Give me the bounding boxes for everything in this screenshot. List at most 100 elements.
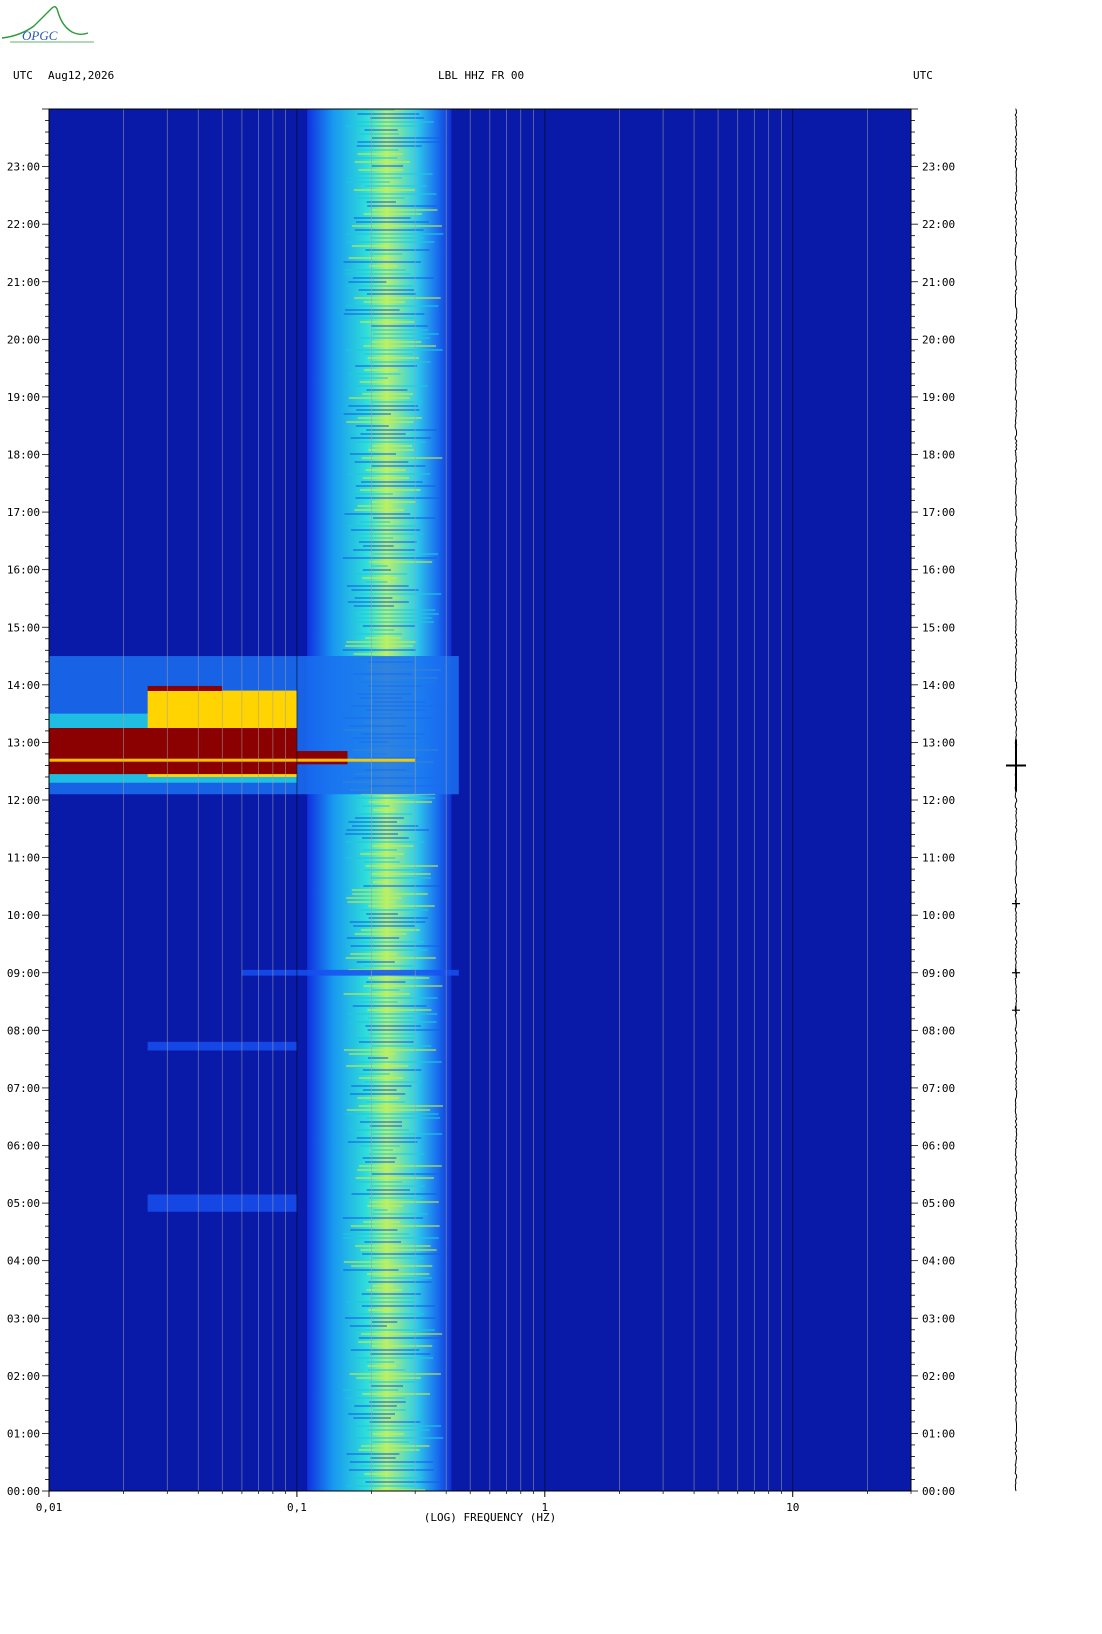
band-stripe: [345, 1397, 406, 1399]
band-stripe: [348, 1469, 434, 1471]
band-stripe: [353, 549, 416, 551]
band-stripe: [343, 313, 425, 315]
band-stripe: [345, 857, 396, 859]
microseism-band: [307, 109, 452, 1491]
band-stripe: [362, 805, 390, 807]
band-stripe: [350, 1437, 444, 1439]
band-stripe: [372, 1433, 404, 1435]
band-stripe: [367, 1029, 441, 1031]
band-stripe: [343, 993, 410, 995]
band-stripe: [358, 289, 414, 291]
band-stripe: [351, 245, 389, 247]
time-label: 14:00: [7, 679, 40, 692]
band-stripe: [361, 457, 443, 459]
band-stripe: [357, 197, 405, 199]
band-stripe: [357, 1169, 392, 1171]
band-stripe: [373, 517, 436, 519]
time-label: 10:00: [922, 909, 955, 922]
band-stripe: [345, 957, 436, 959]
band-stripe: [365, 249, 430, 251]
band-stripe: [367, 1057, 389, 1059]
event-peak-line: [49, 758, 416, 762]
band-stripe: [365, 1117, 441, 1119]
trace-spike: [1012, 968, 1020, 977]
band-stripe: [368, 905, 435, 907]
band-stripe: [364, 869, 424, 871]
band-stripe: [368, 1197, 423, 1199]
band-stripe: [355, 221, 429, 223]
band-stripe: [344, 273, 411, 275]
band-stripe: [353, 1417, 391, 1419]
band-stripe: [348, 397, 410, 399]
band-stripe: [356, 633, 403, 635]
band-stripe: [363, 345, 436, 347]
band-stripe: [371, 341, 422, 343]
band-stripe: [362, 577, 397, 579]
band-stripe: [372, 845, 414, 847]
band-stripe: [364, 185, 427, 187]
time-label: 08:00: [922, 1024, 955, 1037]
band-stripe: [370, 1353, 431, 1355]
band-stripe: [359, 1145, 400, 1147]
band-stripe: [356, 173, 433, 175]
time-label: 04:00: [7, 1255, 40, 1268]
band-stripe: [354, 1405, 397, 1407]
band-stripe: [366, 429, 437, 431]
band-stripe: [343, 261, 421, 263]
time-label: 19:00: [922, 391, 955, 404]
band-stripe: [349, 921, 426, 923]
band-stripe: [355, 425, 389, 427]
time-label: 12:00: [922, 794, 955, 807]
time-label: 15:00: [7, 621, 40, 634]
time-label: 00:00: [922, 1485, 955, 1498]
band-stripe: [347, 601, 409, 603]
time-label: 07:00: [7, 1082, 40, 1095]
time-label: 04:00: [922, 1255, 955, 1268]
time-label: 12:00: [7, 794, 40, 807]
time-label: 03:00: [7, 1312, 40, 1325]
band-stripe: [346, 641, 417, 643]
band-stripe: [360, 321, 415, 323]
band-stripe: [372, 137, 443, 139]
band-stripe: [355, 497, 441, 499]
band-stripe: [346, 421, 414, 423]
band-stripe: [349, 1425, 442, 1427]
band-stripe: [365, 1025, 421, 1027]
band-stripe: [349, 1325, 387, 1327]
band-stripe: [342, 1217, 424, 1219]
band-stripe: [372, 1257, 424, 1259]
band-stripe: [354, 933, 407, 935]
band-stripe: [361, 481, 423, 483]
freq-label: 10: [786, 1501, 799, 1514]
trace-spike: [1012, 899, 1020, 908]
band-stripe: [369, 561, 433, 563]
band-stripe: [348, 821, 398, 823]
band-stripe: [347, 241, 435, 243]
time-label: 02:00: [7, 1370, 40, 1383]
band-stripe: [353, 189, 416, 191]
band-stripe: [369, 265, 397, 267]
band-stripe: [372, 1321, 398, 1323]
band-stripe: [356, 1377, 422, 1379]
band-stripe: [343, 1261, 389, 1263]
x-axis-label: (LOG) FREQUENCY (HZ): [424, 1511, 556, 1524]
band-stripe: [348, 1313, 425, 1315]
time-label: 09:00: [7, 967, 40, 980]
band-stripe: [345, 349, 443, 351]
event-upper-line: [147, 685, 223, 691]
band-stripe: [358, 1337, 440, 1339]
band-stripe: [350, 1093, 406, 1095]
band-stripe: [344, 1113, 439, 1115]
band-stripe: [372, 1409, 407, 1411]
band-stripe: [354, 817, 404, 819]
band-stripe: [361, 1305, 436, 1307]
band-stripe: [362, 1089, 397, 1091]
band-stripe: [366, 981, 406, 983]
band-stripe: [346, 1065, 409, 1067]
band-stripe: [346, 1485, 418, 1487]
time-label: 17:00: [7, 506, 40, 519]
band-stripe: [345, 305, 439, 307]
band-stripe: [344, 1317, 436, 1319]
band-stripe: [370, 1457, 396, 1459]
band-stripe: [366, 389, 408, 391]
